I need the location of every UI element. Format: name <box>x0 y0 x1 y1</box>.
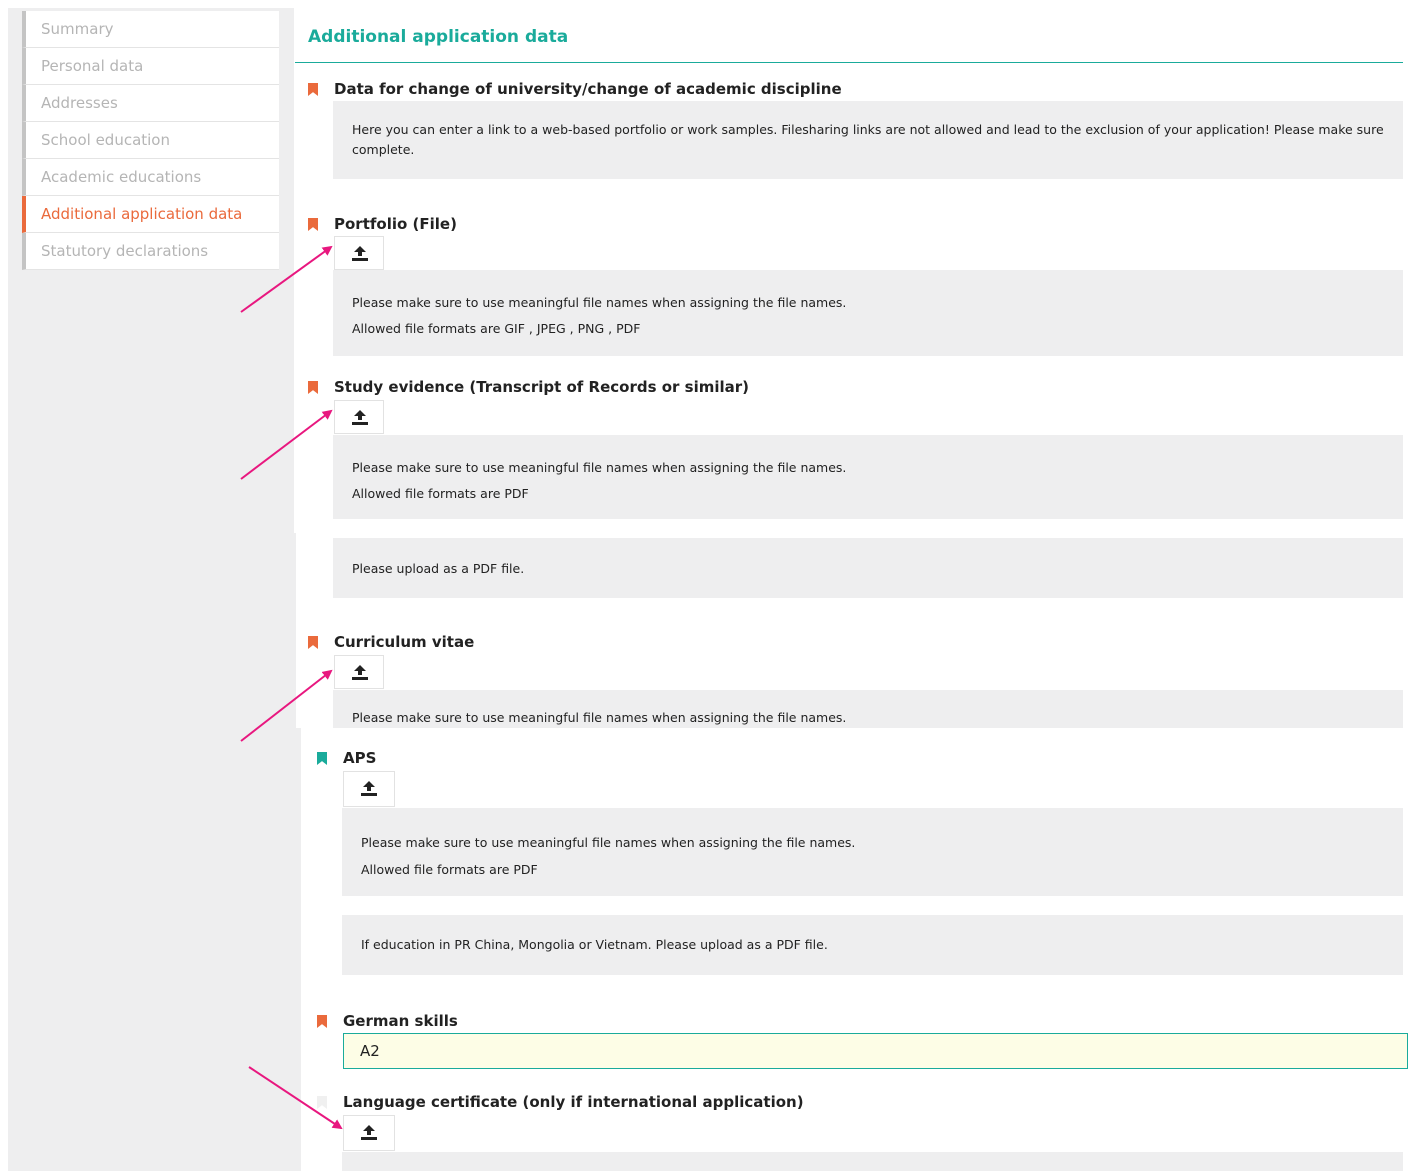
arrow-icon <box>240 245 333 313</box>
arrow-icon <box>240 409 333 480</box>
arrow-icon <box>248 1066 343 1130</box>
annotation-arrows <box>240 245 343 1130</box>
arrow-icon <box>240 669 333 742</box>
